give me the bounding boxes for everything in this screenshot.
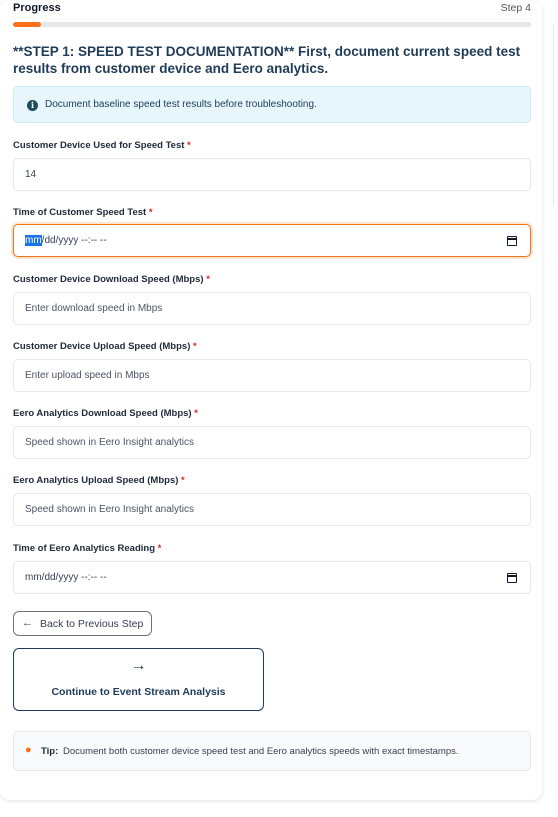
progress-label: Progress: [13, 2, 61, 14]
arrow-right-icon: →: [130, 657, 147, 674]
back-button-label: Back to Previous Step: [40, 618, 144, 630]
eero-download-label: Eero Analytics Download Speed (Mbps) *: [13, 408, 198, 419]
device-field-label: Customer Device Used for Speed Test *: [13, 140, 191, 151]
required-marker: *: [181, 475, 185, 486]
eero-upload-label: Eero Analytics Upload Speed (Mbps) *: [13, 475, 185, 486]
selected-segment: mm: [25, 235, 42, 246]
arrow-left-icon: ←: [22, 617, 33, 629]
eero-time-input[interactable]: mm/dd/yyyy --:-- --: [13, 561, 531, 594]
continue-button-label: Continue to Event Stream Analysis: [51, 686, 226, 698]
calendar-icon[interactable]: [507, 573, 517, 583]
device-input-value: 14: [25, 169, 37, 180]
download-speed-label: Customer Device Download Speed (Mbps) *: [13, 274, 210, 285]
eero-upload-placeholder: Speed shown in Eero Insight analytics: [25, 504, 194, 515]
required-marker: *: [193, 341, 197, 352]
progress-bar-fill: [13, 22, 42, 27]
info-circle-icon: i: [27, 100, 38, 111]
progress-bar: [13, 22, 531, 27]
info-alert-text: Document baseline speed test results bef…: [45, 99, 317, 110]
download-speed-input[interactable]: Enter download speed in Mbps: [13, 292, 531, 325]
lightbulb-icon: ●: [25, 744, 32, 756]
eero-upload-input[interactable]: Speed shown in Eero Insight analytics: [13, 493, 531, 526]
tip-label: Tip:: [41, 746, 59, 757]
upload-speed-placeholder: Enter upload speed in Mbps: [25, 370, 150, 381]
adjacent-panel-edge: [553, 24, 558, 206]
progress-header: Progress Step 4: [13, 2, 531, 16]
eero-time-value: mm/dd/yyyy --:-- --: [25, 572, 107, 583]
upload-speed-input[interactable]: Enter upload speed in Mbps: [13, 359, 531, 392]
tip-box: ● Tip: Document both customer device spe…: [13, 731, 531, 771]
back-button[interactable]: ← Back to Previous Step: [13, 611, 152, 636]
required-marker: *: [148, 207, 153, 218]
eero-time-label: Time of Eero Analytics Reading *: [13, 543, 162, 554]
download-speed-placeholder: Enter download speed in Mbps: [25, 303, 163, 314]
eero-download-input[interactable]: Speed shown in Eero Insight analytics: [13, 426, 531, 459]
speed-test-time-input[interactable]: mm/dd/yyyy --:-- --: [13, 224, 531, 257]
speed-test-time-label: Time of Customer Speed Test *: [13, 207, 153, 218]
device-input[interactable]: 14: [13, 158, 531, 191]
speed-test-time-value: mm/dd/yyyy --:-- --: [25, 235, 107, 246]
required-marker: *: [206, 274, 210, 285]
progress-step-indicator: Step 4: [500, 2, 531, 14]
required-marker: *: [157, 543, 162, 554]
step-title: **STEP 1: SPEED TEST DOCUMENTATION** Fir…: [13, 44, 521, 76]
upload-speed-label: Customer Device Upload Speed (Mbps) *: [13, 341, 197, 352]
info-alert: i Document baseline speed test results b…: [13, 86, 531, 123]
required-marker: *: [194, 408, 198, 419]
eero-download-placeholder: Speed shown in Eero Insight analytics: [25, 437, 194, 448]
calendar-icon[interactable]: [507, 236, 517, 246]
form-card: Progress Step 4 **STEP 1: SPEED TEST DOC…: [0, 0, 542, 800]
continue-button[interactable]: → Continue to Event Stream Analysis: [13, 648, 264, 711]
required-marker: *: [187, 140, 191, 151]
tip-text: Document both customer device speed test…: [63, 746, 459, 757]
